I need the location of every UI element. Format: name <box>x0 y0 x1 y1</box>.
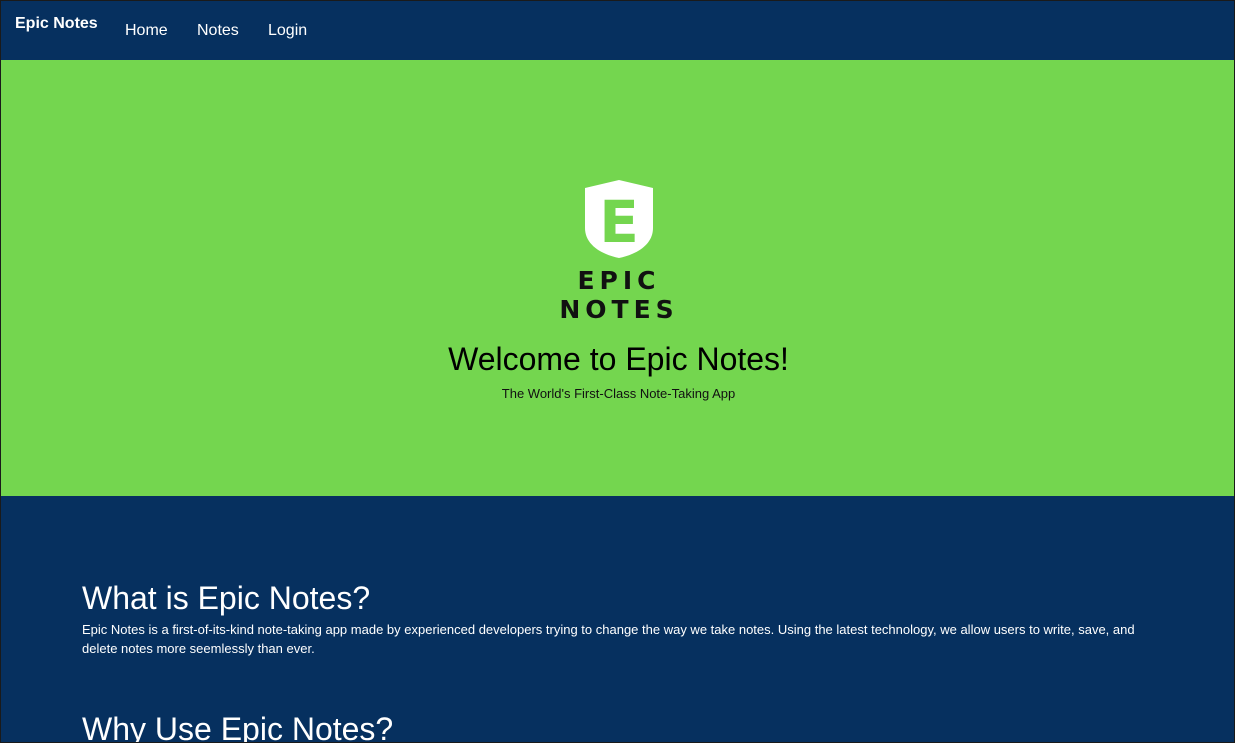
nav-notes-link[interactable]: Notes <box>197 22 239 40</box>
logo: E EPIC NOTES <box>533 178 705 324</box>
page: Epic Notes Home Notes Login E EPIC NOTES… <box>0 0 1235 743</box>
hero-subtitle: The World's First-Class Note-Taking App <box>501 386 736 401</box>
what-heading: What is Epic Notes? <box>82 580 371 616</box>
what-body: Epic Notes is a first-of-its-kind note-t… <box>82 622 1135 656</box>
nav-home-link[interactable]: Home <box>125 22 168 40</box>
why-heading: Why Use Epic Notes? <box>82 711 394 743</box>
logo-letter: E <box>599 188 639 256</box>
navbar: Epic Notes Home Notes Login <box>1 1 1234 60</box>
logo-wordmark: EPIC NOTES <box>559 266 679 324</box>
brand-link[interactable]: Epic Notes <box>15 15 98 33</box>
hero-section: E EPIC NOTES Welcome to Epic Notes! The … <box>1 60 1234 496</box>
about-section: What is Epic Notes? Epic Notes is a firs… <box>1 496 1234 743</box>
nav-login-link[interactable]: Login <box>268 22 307 40</box>
hero-title: Welcome to Epic Notes! <box>448 341 789 377</box>
